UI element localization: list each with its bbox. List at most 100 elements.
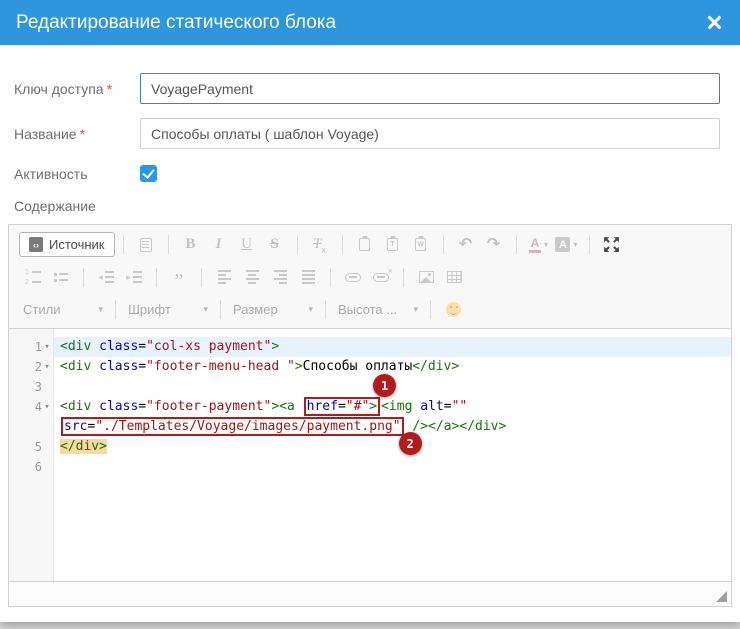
styles-dropdown[interactable]: Стили▾ <box>19 300 107 319</box>
increase-indent-button[interactable]: ▸ <box>122 265 146 289</box>
bulleted-list-button[interactable] <box>49 265 73 289</box>
modal-header: Редактирование статического блока <box>0 0 740 45</box>
line-number: 4 <box>26 397 42 417</box>
gutter-cell: 3 <box>9 377 54 397</box>
paste-from-word-button[interactable]: W <box>409 233 433 257</box>
code-line[interactable]: </div> <box>54 437 731 457</box>
line-number: 5 <box>26 437 42 457</box>
code-token: = <box>138 359 146 374</box>
strikethrough-button[interactable]: S <box>263 233 287 257</box>
source-button[interactable]: ‹› Источник <box>19 232 115 257</box>
italic-button[interactable]: I <box>207 233 231 257</box>
line-number: 1 <box>26 337 42 357</box>
name-label: Название* <box>14 126 140 142</box>
paste-from-word-icon: W <box>415 238 426 251</box>
required-asterisk: * <box>80 126 85 142</box>
fold-arrow-icon[interactable]: ▾ <box>42 337 52 357</box>
align-justify-button[interactable] <box>296 265 320 289</box>
access-key-input[interactable] <box>140 73 720 104</box>
code-token: </div> <box>60 439 107 454</box>
annotation-badge-2: 2 <box>399 432 422 455</box>
code-token: class <box>99 359 138 374</box>
font-dropdown-label: Шрифт <box>128 302 171 317</box>
code-token: </a> <box>428 419 459 434</box>
table-button[interactable] <box>442 265 466 289</box>
paste-plain-text-button[interactable]: T <box>381 233 405 257</box>
decrease-indent-button[interactable]: ◂ <box>94 265 118 289</box>
code-line-row: 4▾<div class="footer-payment"><a href="#… <box>9 397 731 417</box>
code-line[interactable]: <div class="footer-menu-head ">Способы о… <box>54 357 731 377</box>
align-right-button[interactable] <box>268 265 292 289</box>
numbered-list-icon: 12 <box>25 269 41 286</box>
paste-button[interactable] <box>353 233 377 257</box>
size-dropdown[interactable]: Размер▾ <box>229 300 317 319</box>
code-line[interactable]: <div class="footer-payment"><a href="#">… <box>54 397 731 417</box>
unlink-button[interactable]: × <box>369 265 393 289</box>
text-color-button[interactable]: A▾ <box>527 233 551 257</box>
maximize-icon <box>603 236 620 253</box>
bold-button[interactable]: B <box>179 233 203 257</box>
image-button[interactable] <box>414 265 438 289</box>
content-editor: ‹› Источник BIUSTxTW↶↷A▾A▾ 12◂▸”× Стили▾… <box>8 224 732 607</box>
toolbar-separator <box>115 300 116 319</box>
code-token: <img <box>381 399 412 414</box>
line-height-dropdown-label: Высота ... <box>338 302 397 317</box>
gutter-cell: 6 <box>9 457 54 477</box>
code-token: href <box>307 399 338 414</box>
code-token: class <box>99 339 138 354</box>
modal-title: Редактирование статического блока <box>16 12 704 34</box>
templates-icon <box>140 238 152 252</box>
remove-format-button[interactable]: Tx <box>308 233 332 257</box>
name-input[interactable] <box>140 118 720 149</box>
redo-button[interactable]: ↷ <box>482 233 506 257</box>
maximize-button[interactable] <box>600 233 624 257</box>
gutter-cell: 5 <box>9 437 54 457</box>
background-color-button[interactable]: A▾ <box>555 233 579 257</box>
toolbar-row-1: ‹› Источник BIUS Tx TW ↶ ↷ A▾A▾ <box>9 227 731 260</box>
close-button[interactable] <box>704 13 724 33</box>
active-field-row: Активность <box>14 165 720 182</box>
access-key-label-text: Ключ доступа <box>14 81 104 97</box>
toolbar-separator <box>516 235 517 254</box>
line-height-dropdown[interactable]: Высота ...▾ <box>334 300 422 319</box>
fold-arrow-icon[interactable]: ▾ <box>42 357 52 377</box>
code-token: class <box>99 399 138 414</box>
blockquote-icon: ” <box>175 276 184 286</box>
link-button[interactable] <box>341 265 365 289</box>
blockquote-button[interactable]: ” <box>167 265 191 289</box>
active-checkbox[interactable] <box>140 165 157 182</box>
code-line-row: 6 <box>9 457 731 477</box>
smiley-button[interactable] <box>441 297 465 321</box>
fold-arrow-icon[interactable]: ▾ <box>42 397 52 417</box>
active-label: Активность <box>14 166 140 182</box>
source-code-area[interactable]: 1▾<div class="col-xs payment">2▾<div cla… <box>9 329 731 581</box>
code-token: = <box>444 399 452 414</box>
code-token: > <box>271 399 279 414</box>
templates-button[interactable] <box>134 233 158 257</box>
redo-icon: ↷ <box>487 237 500 253</box>
code-line[interactable] <box>54 457 731 477</box>
code-line-row: src="./Templates/Voyage/images/payment.p… <box>9 417 731 437</box>
toolbar-separator <box>297 235 298 254</box>
toolbar-separator <box>342 235 343 254</box>
code-line[interactable]: src="./Templates/Voyage/images/payment.p… <box>54 417 731 437</box>
code-token <box>91 399 99 414</box>
toolbar-separator <box>83 268 84 287</box>
code-token <box>91 359 99 374</box>
undo-button[interactable]: ↶ <box>454 233 478 257</box>
edit-static-block-modal: Редактирование статического блока Ключ д… <box>0 0 740 622</box>
resize-handle-icon[interactable] <box>716 591 727 602</box>
table-icon <box>447 271 462 283</box>
toolbar-separator <box>403 268 404 287</box>
gutter-cell: 4▾ <box>9 397 54 417</box>
source-code-icon: ‹› <box>29 237 43 252</box>
code-line[interactable]: <div class="col-xs payment"> <box>54 337 731 357</box>
underline-button[interactable]: U <box>235 233 259 257</box>
underline-icon: U <box>241 236 252 253</box>
numbered-list-button[interactable]: 12 <box>21 265 45 289</box>
align-left-button[interactable] <box>212 265 236 289</box>
align-center-button[interactable] <box>240 265 264 289</box>
code-token: alt <box>420 399 443 414</box>
code-token <box>91 339 99 354</box>
font-dropdown[interactable]: Шрифт▾ <box>124 300 212 319</box>
